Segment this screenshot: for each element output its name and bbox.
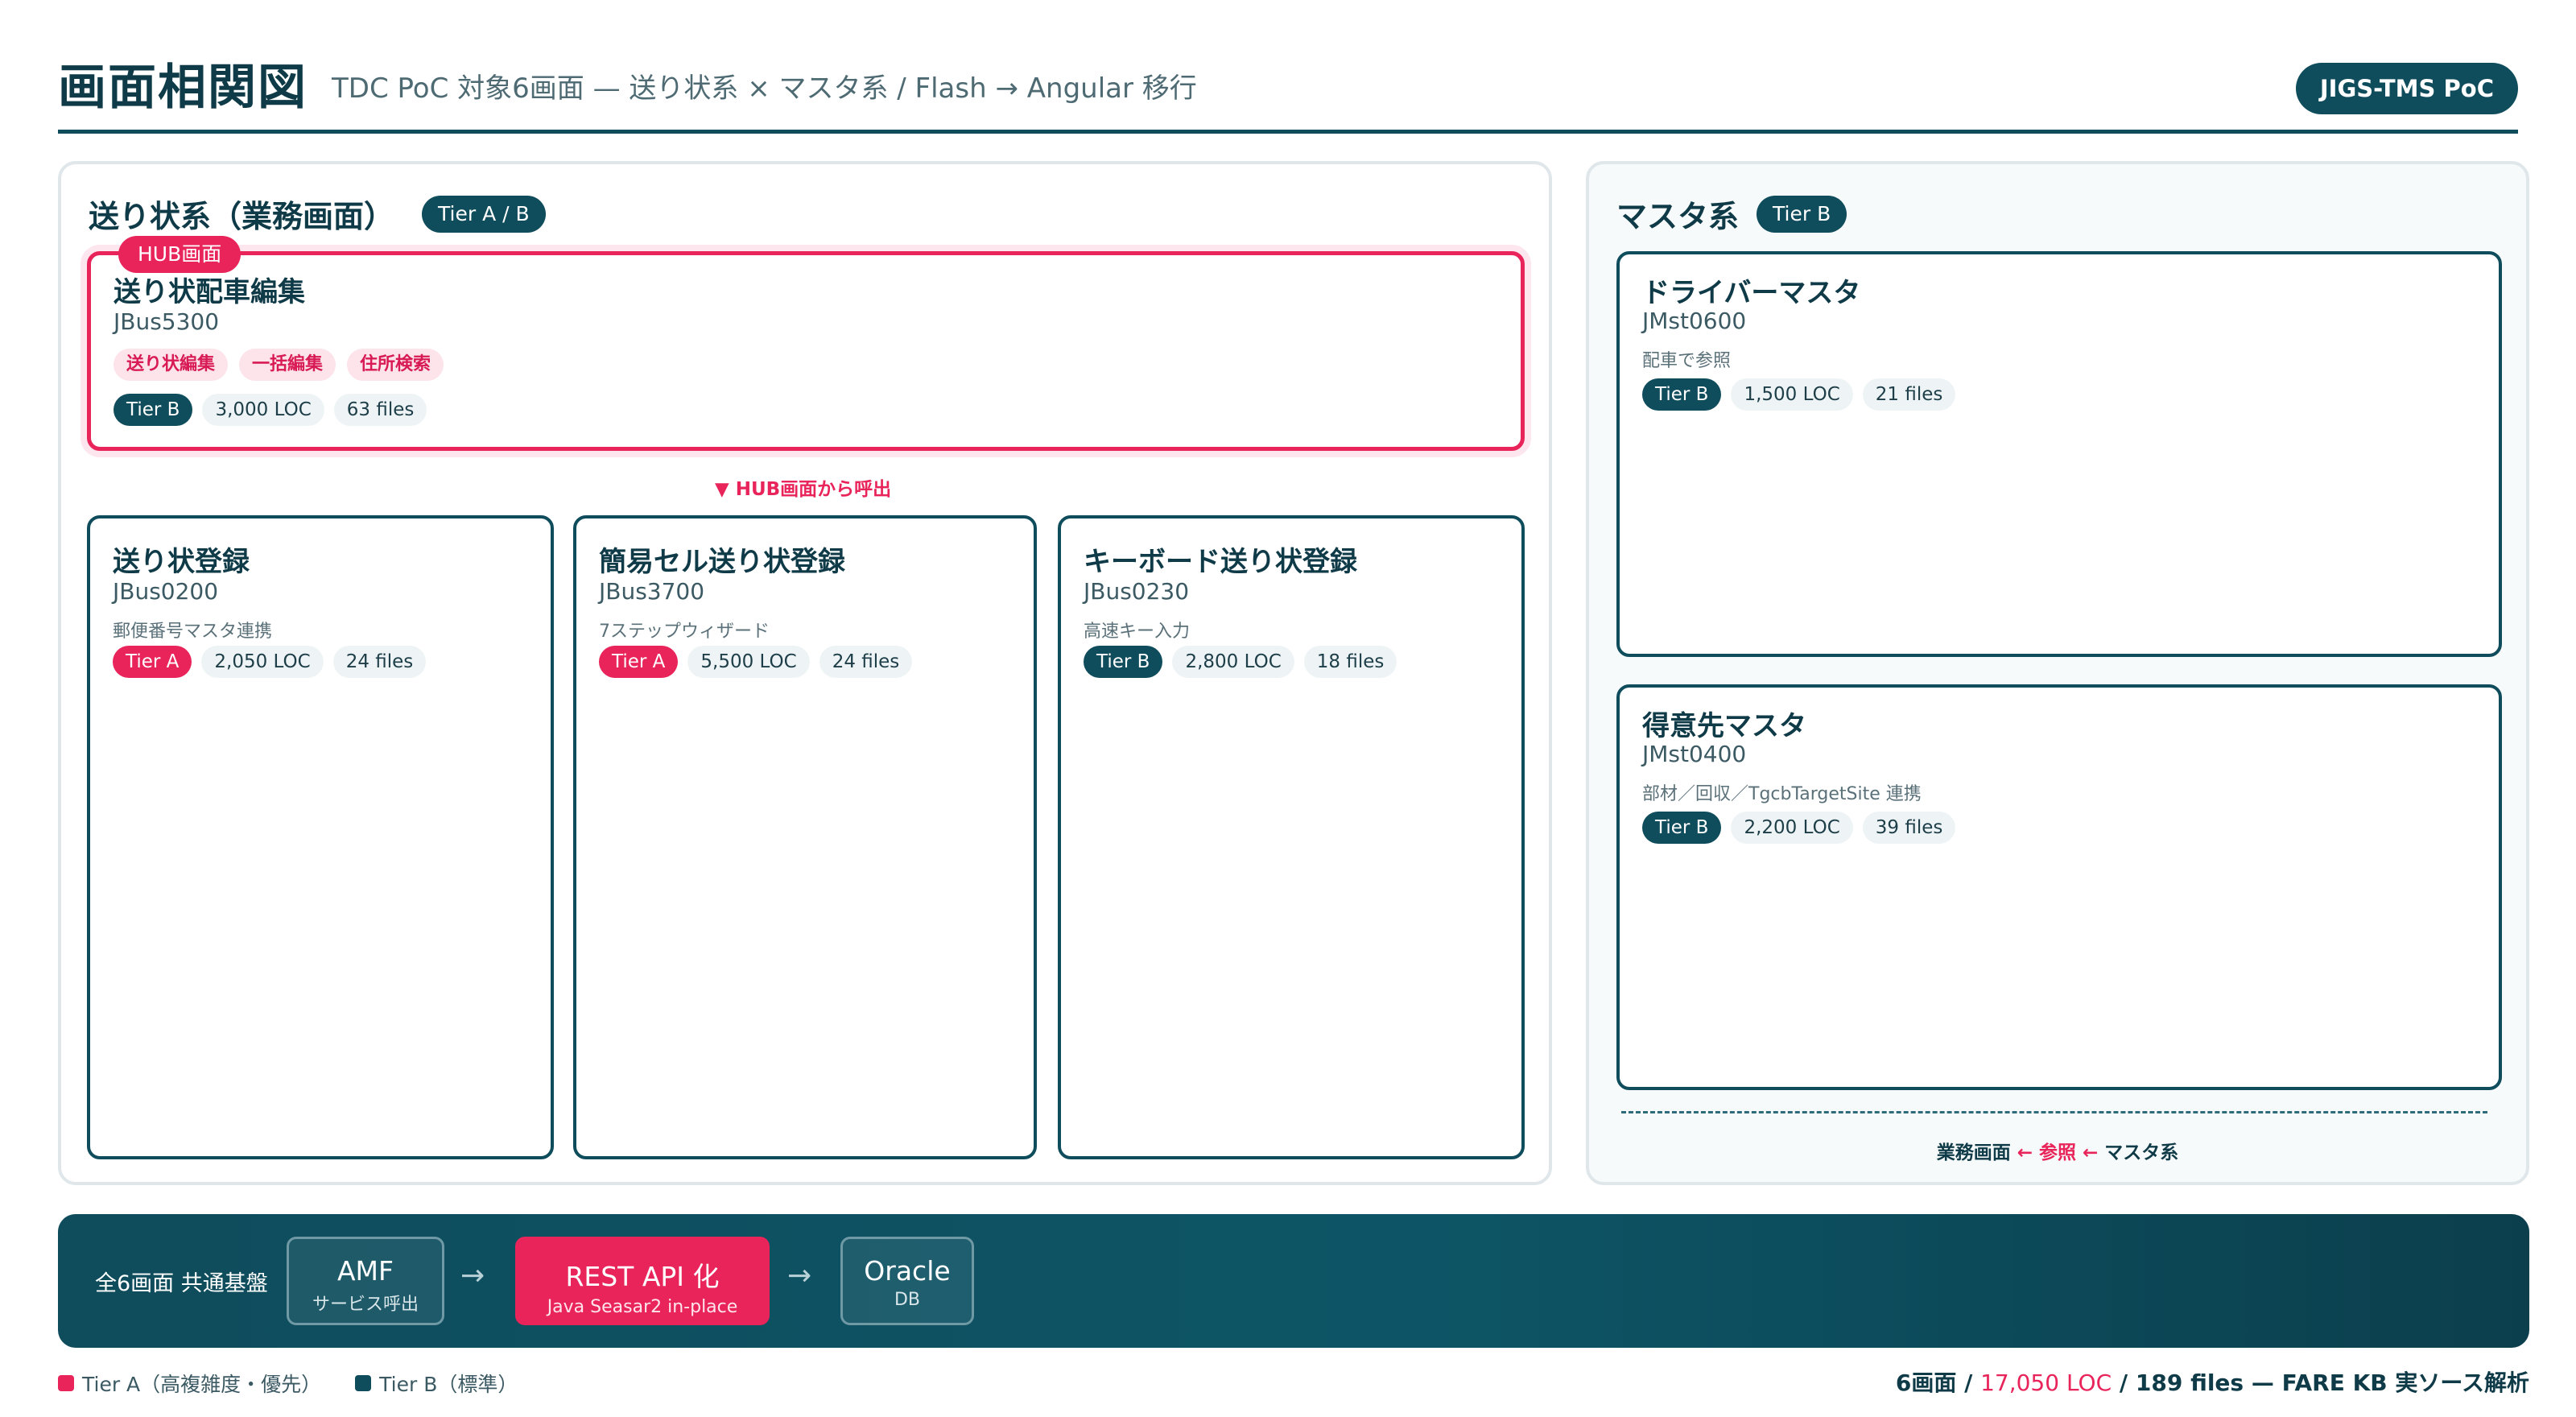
- screen-code: JMst0400: [1642, 741, 1747, 767]
- loc-badge: 2,800 LOC: [1172, 646, 1294, 678]
- oracle-db-node-title: Oracle: [864, 1255, 951, 1287]
- project-badge: JIGS-TMS PoC: [2295, 63, 2518, 114]
- tier-badge: Tier B: [114, 394, 193, 426]
- master-panel-title: マスタ系: [1616, 199, 1740, 234]
- reference-divider: [1621, 1111, 2487, 1113]
- hub-screen-card[interactable]: HUB画面 送り状配車編集 JBus5300 送り状編集 一括編集 住所検索 T…: [87, 236, 1525, 451]
- loc-badge: 1,500 LOC: [1731, 378, 1853, 411]
- loc-badge: 5,500 LOC: [687, 646, 810, 678]
- feature-tag: 送り状編集: [114, 349, 229, 381]
- flow-arrow-icon: →: [787, 1259, 812, 1292]
- hub-label-badge: HUB画面: [118, 236, 242, 273]
- screen-metrics: Tier A 2,050 LOC 24 files: [113, 646, 427, 678]
- screen-description: 7ステップウィザード: [599, 622, 770, 642]
- screen-metrics: Tier B 1,500 LOC 21 files: [1642, 378, 1956, 411]
- summary-prefix: 6画面 /: [1895, 1369, 1973, 1396]
- screen-code: JBus3700: [599, 578, 705, 605]
- summary-suffix: / 189 files — FARE KB 実ソース解析: [2119, 1369, 2529, 1396]
- master-card-jmst0400[interactable]: 得意先マスタ JMst0400 部材／回収／TgcbTargetSite 連携 …: [1616, 684, 2502, 1090]
- tier-legend: Tier A（高複雑度・優先） Tier B（標準）: [58, 1369, 518, 1398]
- amf-node-subtitle: サービス呼出: [312, 1295, 419, 1315]
- rest-api-node-subtitle: Java Seasar2 in-place: [547, 1297, 738, 1317]
- hub-feature-tags: 送り状編集 一括編集 住所検索: [114, 349, 444, 381]
- screen-metrics: Tier B 2,800 LOC 18 files: [1084, 646, 1397, 678]
- files-badge: 24 files: [819, 646, 913, 678]
- legend-label: Tier A（高複雑度・優先）: [82, 1373, 322, 1396]
- screen-code: JBus0200: [113, 578, 219, 605]
- foundation-label: 全6画面 共通基盤: [95, 1271, 268, 1296]
- reference-source-label: 業務画面: [1936, 1142, 2011, 1163]
- feature-tag: 住所検索: [347, 349, 444, 381]
- screen-code: JBus0230: [1084, 578, 1190, 605]
- tier-badge: Tier B: [1642, 378, 1722, 411]
- screen-description: 高速キー入力: [1084, 622, 1191, 642]
- tier-badge: Tier A: [599, 646, 679, 678]
- reference-direction-label: 業務画面 ← 参照 ← マスタ系: [1589, 1137, 2526, 1164]
- master-panel-tier-badge: Tier B: [1757, 195, 1847, 233]
- oracle-db-node-subtitle: DB: [894, 1290, 921, 1310]
- hub-call-flow-label: ▼ HUB画面から呼出: [715, 479, 892, 500]
- screen-name: キーボード送り状登録: [1084, 546, 1357, 578]
- loc-badge: 2,050 LOC: [201, 646, 324, 678]
- screen-metrics: Tier B 2,200 LOC 39 files: [1642, 812, 1956, 844]
- loc-badge: 2,200 LOC: [1731, 812, 1853, 844]
- hub-screen-name: 送り状配車編集: [114, 276, 305, 308]
- screen-metrics: Tier A 5,500 LOC 24 files: [599, 646, 913, 678]
- tier-a-swatch-icon: [58, 1375, 74, 1391]
- legend-label: Tier B（標準）: [379, 1373, 518, 1396]
- rest-api-node: REST API 化 Java Seasar2 in-place: [515, 1237, 770, 1325]
- tier-badge: Tier B: [1084, 646, 1163, 678]
- screen-card-jbus0200[interactable]: 送り状登録 JBus0200 郵便番号マスタ連携 Tier A 2,050 LO…: [87, 515, 554, 1159]
- amf-node: AMF サービス呼出: [287, 1237, 444, 1325]
- legend-item-tier-b: Tier B（標準）: [355, 1369, 518, 1398]
- master-card-jmst0600[interactable]: ドライバーマスタ JMst0600 配車で参照 Tier B 1,500 LOC…: [1616, 251, 2502, 657]
- screen-description: 郵便番号マスタ連携: [113, 622, 273, 642]
- files-badge: 18 files: [1303, 646, 1397, 678]
- screen-description: 配車で参照: [1642, 351, 1732, 371]
- feature-tag: 一括編集: [239, 349, 336, 381]
- amf-node-title: AMF: [336, 1255, 394, 1287]
- tier-b-swatch-icon: [355, 1375, 372, 1391]
- screen-code: JMst0600: [1642, 308, 1747, 334]
- screen-name: ドライバーマスタ: [1642, 277, 1861, 309]
- screen-card-jbus0230[interactable]: キーボード送り状登録 JBus0230 高速キー入力 Tier B 2,800 …: [1058, 515, 1525, 1159]
- invoice-panel-header: 送り状系（業務画面） Tier A / B: [89, 192, 546, 236]
- invoice-panel-title: 送り状系（業務画面）: [89, 199, 395, 234]
- files-badge: 39 files: [1862, 812, 1956, 844]
- common-foundation-bar: 全6画面 共通基盤 AMF サービス呼出 → REST API 化 Java S…: [58, 1214, 2529, 1348]
- files-badge: 21 files: [1862, 378, 1956, 411]
- page-subtitle: TDC PoC 対象6画面 — 送り状系 × マスタ系 / Flash → An…: [332, 72, 1197, 105]
- summary-stats: 6画面 / 17,050 LOC / 189 files — FARE KB 実…: [1896, 1365, 2529, 1398]
- hub-metrics: Tier B 3,000 LOC 63 files: [114, 394, 427, 426]
- page-title: 画面相関図: [58, 60, 308, 116]
- files-badge: 24 files: [332, 646, 427, 678]
- flow-arrow-icon: →: [460, 1259, 485, 1292]
- page-header: 画面相関図 TDC PoC 対象6画面 — 送り状系 × マスタ系 / Flas…: [58, 42, 2518, 134]
- tier-badge: Tier B: [1642, 812, 1722, 844]
- reference-target-label: マスタ系: [2104, 1142, 2179, 1163]
- reference-arrow-label: ← 参照 ←: [2017, 1142, 2099, 1163]
- oracle-db-node: Oracle DB: [840, 1237, 974, 1325]
- master-panel-header: マスタ系 Tier B: [1616, 192, 1847, 236]
- screen-card-jbus3700[interactable]: 簡易セル送り状登録 JBus3700 7ステップウィザード Tier A 5,5…: [573, 515, 1037, 1159]
- loc-badge: 3,000 LOC: [202, 394, 324, 426]
- screen-name: 簡易セル送り状登録: [599, 546, 845, 578]
- screen-name: 送り状登録: [113, 546, 250, 578]
- legend-item-tier-a: Tier A（高複雑度・優先）: [58, 1369, 321, 1398]
- rest-api-node-title: REST API 化: [565, 1261, 720, 1292]
- tier-badge: Tier A: [113, 646, 192, 678]
- summary-total-loc: 17,050 LOC: [1980, 1369, 2112, 1396]
- invoice-panel-tier-badge: Tier A / B: [422, 195, 546, 233]
- files-badge: 63 files: [333, 394, 427, 426]
- hub-screen-code: JBus5300: [114, 308, 220, 335]
- screen-description: 部材／回収／TgcbTargetSite 連携: [1642, 784, 1922, 804]
- screen-name: 得意先マスタ: [1642, 710, 1806, 742]
